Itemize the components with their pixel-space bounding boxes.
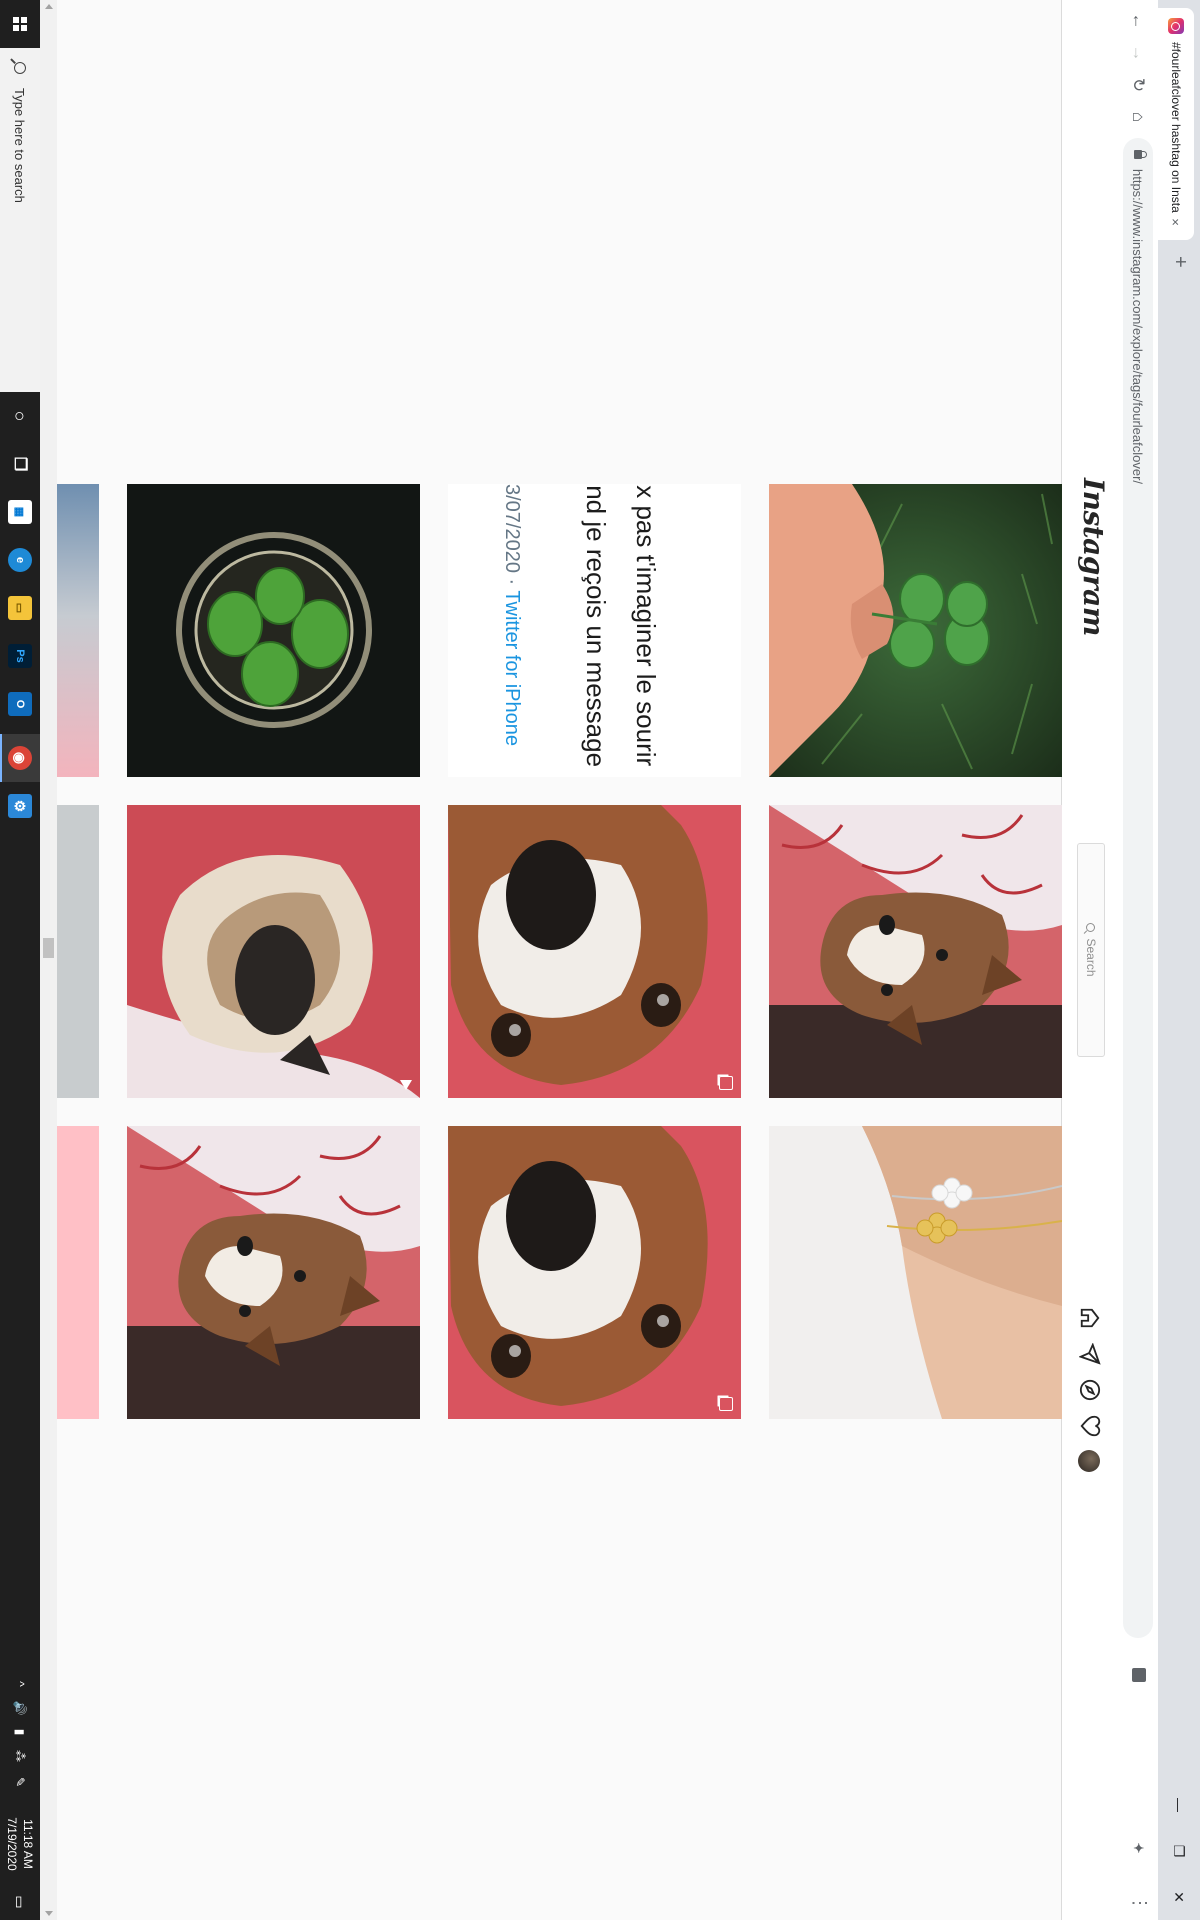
windows-icon bbox=[13, 17, 27, 31]
scroll-left-icon[interactable] bbox=[45, 4, 53, 9]
minimize-button[interactable]: — bbox=[1158, 1782, 1200, 1828]
instagram-header: Instagram Search bbox=[1061, 0, 1118, 1920]
notifications-icon[interactable]: ▭ bbox=[0, 1888, 40, 1916]
taskbar-search-box[interactable]: Type here to search bbox=[0, 48, 40, 392]
edge-icon[interactable]: e bbox=[8, 548, 32, 572]
show-hidden-icons-icon[interactable]: ^ bbox=[0, 1674, 40, 1694]
address-bar[interactable]: https://www.instagram.com/explore/tags/f… bbox=[1123, 138, 1153, 1638]
task-view-icon[interactable]: ❐ bbox=[8, 452, 32, 476]
clock-date: 7/19/2020 bbox=[5, 1817, 19, 1871]
multi-photo-icon bbox=[719, 1397, 733, 1411]
network-icon[interactable]: ⁂ bbox=[0, 1746, 40, 1766]
pen-icon[interactable]: ✎ bbox=[0, 1772, 40, 1792]
circle-extension-icon[interactable]: ● bbox=[1130, 1762, 1146, 1778]
settings-app-icon[interactable]: ⚙ bbox=[8, 794, 32, 818]
search-icon bbox=[1086, 923, 1096, 933]
outlook-icon[interactable]: O bbox=[8, 692, 32, 716]
horizontal-scrollbar[interactable] bbox=[40, 0, 57, 1920]
volume-icon[interactable]: 🔊 bbox=[0, 1698, 40, 1718]
back-button[interactable]: ← bbox=[1126, 8, 1150, 34]
screen: #fourleafclover hashtag on Insta × + — ❐… bbox=[0, 0, 1200, 1920]
post-corgi-back[interactable] bbox=[127, 805, 420, 1098]
tweet-text-line-1: ıx pas t'imaginer le sourir bbox=[631, 484, 661, 767]
clock-time: 11:18 AM bbox=[21, 1819, 35, 1869]
post-corgi-closeup[interactable] bbox=[448, 805, 741, 1098]
restore-button[interactable]: ❐ bbox=[1158, 1828, 1200, 1874]
url-text: https://www.instagram.com/explore/tags/f… bbox=[1130, 169, 1146, 485]
post-clover-glass[interactable] bbox=[127, 484, 420, 777]
tweet-meta: 3/07/2020 · Twitter for iPhone bbox=[500, 484, 523, 746]
puzzle-extension-icon[interactable]: ✦ bbox=[1130, 1840, 1146, 1856]
close-window-button[interactable]: ✕ bbox=[1158, 1874, 1200, 1920]
reload-button[interactable]: ↻ bbox=[1126, 72, 1150, 98]
battery-icon[interactable]: ▮ bbox=[0, 1722, 40, 1742]
photoshop-icon[interactable]: Ps bbox=[8, 644, 32, 668]
image-extension-icon[interactable]: ▣ bbox=[1130, 1814, 1146, 1830]
tweet-date: 3/07/2020 · bbox=[501, 484, 523, 591]
search-input[interactable]: Search bbox=[1077, 843, 1105, 1057]
tweet-text-line-2: ınd je reçois un message bbox=[581, 484, 611, 768]
tweet-source-link[interactable]: Twitter for iPhone bbox=[501, 590, 523, 746]
home-button[interactable]: ⌂ bbox=[1126, 104, 1150, 130]
search-placeholder: Search bbox=[1084, 938, 1098, 977]
search-icon bbox=[14, 62, 26, 74]
avatar[interactable] bbox=[1078, 1450, 1100, 1472]
browser-toolbar: ← → ↻ ⌂ https://www.instagram.com/explor… bbox=[1117, 0, 1158, 1920]
new-tab-button[interactable]: + bbox=[1169, 256, 1191, 268]
b-extension-icon[interactable]: B bbox=[1130, 1788, 1146, 1804]
tab-strip: #fourleafclover hashtag on Insta × + — ❐… bbox=[1158, 0, 1200, 1920]
tab-title: #fourleafclover hashtag on Insta bbox=[1169, 42, 1183, 213]
tab-close-icon[interactable]: × bbox=[1169, 214, 1184, 230]
taskbar-search-text: Type here to search bbox=[12, 88, 28, 203]
video-icon bbox=[400, 1080, 412, 1090]
store-icon[interactable]: ▦ bbox=[8, 500, 32, 524]
scroll-right-icon[interactable] bbox=[45, 1911, 53, 1916]
lock-icon[interactable] bbox=[1134, 150, 1142, 159]
post-corgi-blanket-2[interactable] bbox=[127, 1126, 420, 1419]
x-extension-icon[interactable]: ✕ bbox=[1130, 1736, 1146, 1752]
g-extension-icon[interactable]: G bbox=[1130, 1710, 1146, 1726]
taskbar: Type here to search ○ ❐ ▦ e ▭ Ps O ◉ ⚙ ^… bbox=[0, 0, 40, 1920]
scroll-thumb[interactable] bbox=[43, 938, 54, 958]
z-extension-icon[interactable]: Z bbox=[1130, 1866, 1146, 1882]
forward-button[interactable]: → bbox=[1126, 40, 1150, 66]
start-button[interactable] bbox=[0, 0, 40, 48]
post-clover-bracelet[interactable] bbox=[769, 1126, 1062, 1419]
split-view-icon[interactable] bbox=[1132, 1668, 1146, 1682]
clock[interactable]: 11:18 AM 7/19/2020 bbox=[4, 1808, 36, 1880]
activity-icon[interactable] bbox=[1078, 1414, 1102, 1438]
instagram-favicon-icon bbox=[1168, 18, 1184, 34]
direct-icon[interactable] bbox=[1078, 1342, 1102, 1366]
cortana-icon[interactable]: ○ bbox=[8, 404, 32, 428]
window-controls: — ❐ ✕ bbox=[1158, 1782, 1200, 1920]
post-clover-fingers[interactable] bbox=[769, 484, 1062, 777]
explore-icon[interactable] bbox=[1078, 1378, 1102, 1402]
browser-tab[interactable]: #fourleafclover hashtag on Insta × bbox=[1158, 8, 1194, 240]
home-icon[interactable] bbox=[1078, 1306, 1102, 1330]
post-corgi-closeup-2[interactable] bbox=[448, 1126, 741, 1419]
post-tweet[interactable]: ıx pas t'imaginer le sourir ınd je reçoi… bbox=[448, 484, 741, 777]
file-explorer-icon[interactable]: ▭ bbox=[8, 596, 32, 620]
menu-icon[interactable]: ⋮ bbox=[1129, 1894, 1150, 1913]
multi-photo-icon bbox=[719, 1076, 733, 1090]
instagram-logo[interactable]: Instagram bbox=[1077, 478, 1110, 636]
post-corgi-blanket[interactable] bbox=[769, 805, 1062, 1098]
chrome-icon[interactable]: ◉ bbox=[8, 746, 32, 770]
